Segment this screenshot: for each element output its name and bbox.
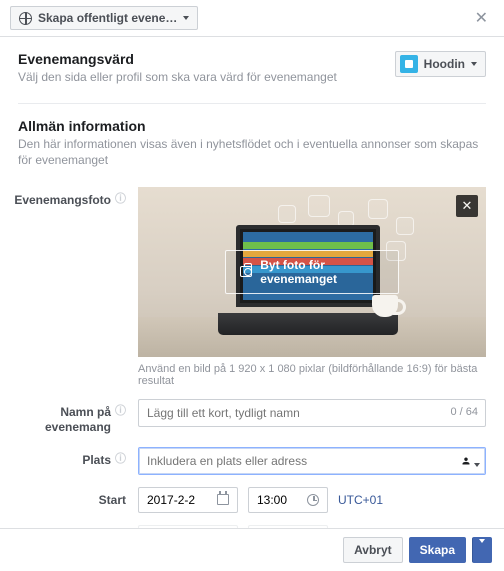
- modal-footer: Avbryt Skapa: [0, 528, 504, 571]
- photo-row: Evenemangsfoto ⓘ ✕: [18, 187, 486, 387]
- chevron-down-icon: [474, 463, 480, 467]
- start-time-picker[interactable]: [248, 487, 328, 513]
- globe-icon: [19, 12, 32, 25]
- info-icon: ⓘ: [115, 453, 126, 467]
- modal-header: Skapa offentligt evene… ✕: [0, 0, 504, 37]
- name-row: Namn på evenemang ⓘ 0 / 64: [18, 399, 486, 435]
- location-label: Plats ⓘ: [18, 447, 138, 468]
- location-picker-button[interactable]: [459, 454, 480, 468]
- timezone-link[interactable]: UTC+01: [338, 493, 383, 507]
- chevron-down-icon: [183, 16, 189, 20]
- close-button[interactable]: ✕: [469, 6, 494, 30]
- info-icon: ⓘ: [115, 405, 126, 419]
- start-row: Start UTC+01: [18, 487, 486, 513]
- host-section-subtitle: Välj den sida eller profil som ska vara …: [18, 69, 337, 85]
- location-input[interactable]: [138, 447, 486, 475]
- calendar-icon: [217, 494, 229, 505]
- event-privacy-dropdown[interactable]: Skapa offentligt evene…: [10, 6, 198, 30]
- start-date-input[interactable]: [147, 493, 209, 507]
- end-time-picker[interactable]: [248, 525, 328, 528]
- photo-label: Evenemangsfoto ⓘ: [18, 187, 138, 208]
- start-time-input[interactable]: [257, 493, 299, 507]
- photo-hint: Använd en bild på 1 920 x 1 080 pixlar (…: [138, 363, 486, 387]
- change-photo-button[interactable]: Byt foto för evenemanget: [225, 250, 399, 294]
- info-icon: ⓘ: [115, 193, 126, 207]
- general-section-title: Allmän information: [18, 118, 486, 134]
- cut-off-row: UTC+01: [18, 525, 486, 528]
- host-avatar-icon: [400, 55, 418, 73]
- create-options-button[interactable]: [472, 537, 492, 563]
- camera-icon: [240, 266, 252, 277]
- divider: [18, 103, 486, 104]
- event-privacy-label: Skapa offentligt evene…: [38, 11, 177, 25]
- clock-icon: [307, 494, 319, 506]
- end-date-picker[interactable]: [138, 525, 238, 528]
- name-char-counter: 0 / 64: [450, 406, 478, 418]
- general-section: Allmän information Den här informationen…: [18, 118, 486, 168]
- location-row: Plats ⓘ: [18, 447, 486, 475]
- create-button[interactable]: Skapa: [409, 537, 466, 563]
- start-label: Start: [18, 487, 138, 508]
- modal-body: Evenemangsvärd Välj den sida eller profi…: [0, 37, 504, 528]
- host-selector-button[interactable]: Hoodin: [395, 51, 486, 77]
- start-date-picker[interactable]: [138, 487, 238, 513]
- cancel-button[interactable]: Avbryt: [343, 537, 403, 563]
- host-section: Evenemangsvärd Välj den sida eller profi…: [18, 51, 486, 85]
- name-label: Namn på evenemang ⓘ: [18, 399, 138, 435]
- chevron-down-icon: [471, 62, 477, 66]
- chevron-down-icon: [479, 539, 485, 557]
- host-name: Hoodin: [424, 57, 465, 71]
- event-name-input[interactable]: [138, 399, 486, 427]
- general-section-subtitle: Den här informationen visas även i nyhet…: [18, 136, 486, 168]
- event-photo-preview: ✕ Byt foto för evenemanget: [138, 187, 486, 357]
- host-section-title: Evenemangsvärd: [18, 51, 337, 67]
- remove-photo-button[interactable]: ✕: [456, 195, 478, 217]
- change-photo-label: Byt foto för evenemanget: [260, 258, 384, 286]
- person-pin-icon: [459, 454, 473, 468]
